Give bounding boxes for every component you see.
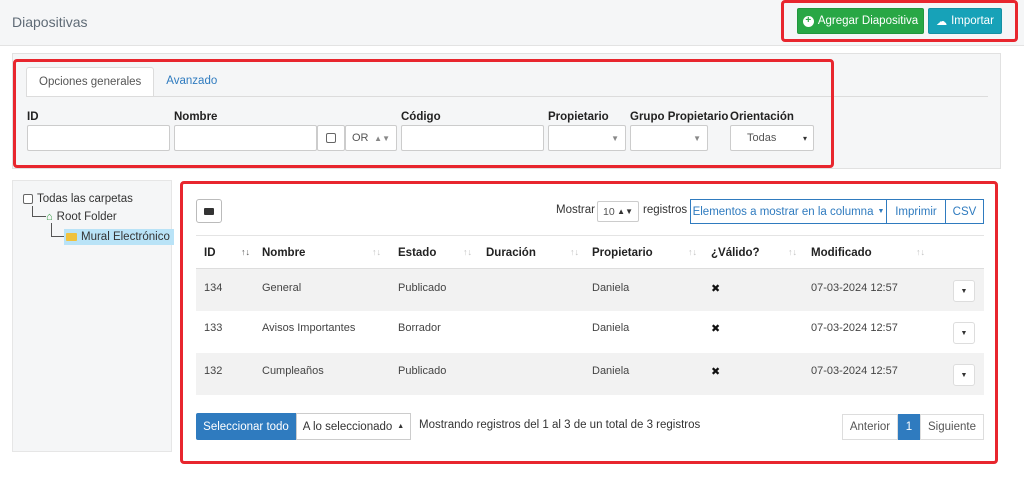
mural-folder-label: Mural Electrónico	[81, 231, 170, 243]
nombre-input[interactable]	[174, 125, 317, 151]
nombre-operator-value: OR	[352, 132, 369, 144]
plus-circle-icon: +	[802, 15, 814, 27]
column-header-nombre[interactable]: Nombre	[262, 247, 305, 259]
chevron-down-icon: ▼	[611, 133, 619, 143]
sort-icon: ↑↓	[916, 247, 925, 257]
row-actions-button[interactable]: ▼	[953, 280, 975, 302]
page-title: Diapositivas	[12, 14, 88, 30]
cloud-upload-icon: ☁	[936, 15, 948, 28]
column-header-modificado[interactable]: Modificado	[811, 247, 872, 259]
cell-modificado: 07-03-2024 12:57	[811, 282, 898, 294]
cell-estado: Publicado	[398, 282, 447, 294]
with-selected-dropdown[interactable]: A lo seleccionado ▲	[296, 413, 411, 440]
tab-divider	[26, 96, 988, 97]
mural-folder-item[interactable]: Mural Electrónico	[64, 229, 174, 245]
folder-icon	[204, 207, 214, 215]
tree-connector	[51, 223, 64, 237]
row-actions-button[interactable]: ▼	[953, 322, 975, 344]
next-page-button[interactable]: Siguiente	[920, 414, 984, 440]
sort-icon: ↑↓	[241, 247, 250, 257]
sort-icon: ↑↓	[570, 247, 579, 257]
filter-tabs: Opciones generales Avanzado	[26, 67, 229, 97]
invalid-x-icon: ✖	[711, 323, 721, 335]
root-folder-label: Root Folder	[56, 211, 117, 223]
prev-page-button[interactable]: Anterior	[842, 414, 898, 440]
sort-icon: ↑↓	[372, 247, 381, 257]
tree-connector	[32, 206, 46, 217]
cell-nombre: Avisos Importantes	[262, 322, 356, 334]
tab-advanced[interactable]: Avanzado	[154, 67, 229, 97]
sort-icon: ↑↓	[463, 247, 472, 257]
columns-button[interactable]: Elementos a mostrar en la columna ▼	[690, 199, 887, 224]
import-label: Importar	[951, 15, 994, 27]
column-header-propietario[interactable]: Propietario	[592, 247, 653, 259]
all-folders-label: Todas las carpetas	[37, 193, 133, 205]
cell-nombre: General	[262, 282, 302, 294]
nombre-checkbox-addon[interactable]	[317, 125, 345, 151]
cell-propietario: Daniela	[592, 365, 630, 377]
row-actions-button[interactable]: ▼	[953, 364, 975, 386]
import-button[interactable]: ☁ Importar	[928, 8, 1002, 34]
codigo-label: Código	[401, 111, 441, 123]
chevron-down-icon: ▼	[693, 133, 701, 143]
print-button[interactable]: Imprimir	[886, 199, 946, 224]
folder-toggle-button[interactable]	[196, 199, 222, 223]
nombre-operator-select[interactable]: OR ▲▼	[345, 125, 397, 151]
with-selected-label: A lo seleccionado	[302, 420, 393, 433]
cell-nombre: Cumpleaños	[262, 365, 324, 377]
grupo-propietario-select[interactable]: ▼	[630, 125, 708, 151]
id-label: ID	[27, 111, 39, 123]
column-header-estado[interactable]: Estado	[398, 247, 436, 259]
root-folder-item[interactable]: ⌂ Root Folder	[46, 211, 117, 223]
add-slide-label: Agregar Diapositiva	[817, 15, 919, 27]
cell-modificado: 07-03-2024 12:57	[811, 365, 898, 377]
cell-estado: Publicado	[398, 365, 447, 377]
id-input[interactable]	[27, 125, 170, 151]
caret-down-icon: ▼	[877, 208, 885, 215]
home-icon: ⌂	[46, 211, 53, 223]
nombre-label: Nombre	[174, 111, 218, 123]
sort-updown-icon: ▲▼	[617, 207, 633, 216]
csv-button[interactable]: CSV	[945, 199, 984, 224]
orientacion-select[interactable]: Todas ▾	[730, 125, 814, 151]
records-info: Mostrando registros del 1 al 3 de un tot…	[419, 419, 701, 431]
cell-id: 133	[204, 322, 223, 334]
cell-modificado: 07-03-2024 12:57	[811, 322, 898, 334]
cell-id: 134	[204, 282, 223, 294]
propietario-label: Propietario	[548, 111, 609, 123]
column-header-duracion[interactable]: Duración	[486, 247, 536, 259]
column-header-id[interactable]: ID	[204, 247, 216, 259]
all-folders-item[interactable]: Todas las carpetas	[23, 193, 133, 205]
all-folders-checkbox[interactable]	[23, 194, 33, 204]
grupo-propietario-label: Grupo Propietario	[630, 111, 729, 123]
chevron-down-icon: ▾	[802, 133, 807, 143]
show-label: Mostrar	[556, 204, 595, 216]
sort-icon: ↑↓	[688, 247, 697, 257]
records-label: registros	[643, 204, 688, 216]
page-1-button[interactable]: 1	[898, 414, 920, 440]
cell-estado: Borrador	[398, 322, 441, 334]
sort-icon: ↑↓	[788, 247, 797, 257]
page-size-select[interactable]: 10 ▲▼	[597, 201, 639, 222]
tab-general-options[interactable]: Opciones generales	[26, 67, 155, 97]
codigo-input[interactable]	[401, 125, 544, 151]
select-all-button[interactable]: Seleccionar todo	[196, 413, 296, 440]
page-size-value: 10	[603, 205, 615, 218]
sort-updown-icon: ▲▼	[374, 133, 390, 143]
cell-id: 132	[204, 365, 223, 377]
cell-propietario: Daniela	[592, 282, 630, 294]
invalid-x-icon: ✖	[711, 283, 721, 295]
orientacion-value: Todas	[747, 132, 777, 144]
propietario-select[interactable]: ▼	[548, 125, 626, 151]
orientacion-label: Orientación	[730, 111, 794, 123]
invalid-x-icon: ✖	[711, 366, 721, 378]
column-header-valido[interactable]: ¿Válido?	[711, 247, 760, 259]
columns-button-label: Elementos a mostrar en la columna	[692, 205, 874, 218]
add-slide-button[interactable]: + Agregar Diapositiva	[797, 8, 924, 34]
folder-icon	[66, 233, 77, 241]
nombre-checkbox[interactable]	[326, 133, 336, 143]
cell-propietario: Daniela	[592, 322, 630, 334]
caret-up-icon: ▲	[397, 423, 405, 430]
